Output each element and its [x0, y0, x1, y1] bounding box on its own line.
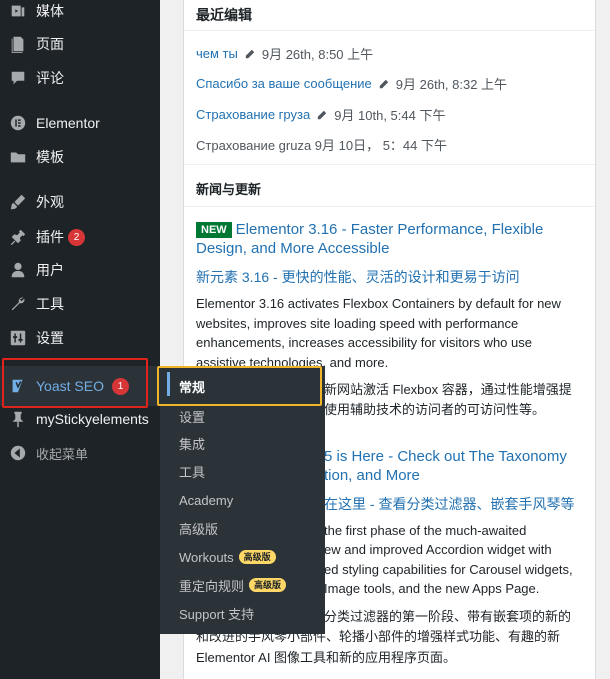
news-section-title: 新闻与更新 [196, 182, 262, 197]
sidebar-item-label: 评论 [36, 70, 64, 86]
yoast-submenu: 常规 设置 集成 工具 Academy 高级版 Workouts 高级版 重定向… [160, 366, 325, 634]
sidebar-item-settings[interactable]: 设置 [0, 321, 160, 355]
settings-icon [0, 329, 36, 347]
submenu-item-academy[interactable]: Academy [160, 486, 325, 514]
user-icon [0, 261, 36, 279]
section-divider [184, 30, 595, 31]
section-divider [184, 206, 595, 207]
recent-item-date: 9月 10th, 5:44 下午 [334, 108, 446, 123]
submenu-item-premium[interactable]: 高级版 [160, 514, 325, 542]
recent-item: Страхование груза 9月 10th, 5:44 下午 [196, 105, 445, 124]
sidebar-item-label: 外观 [36, 194, 64, 210]
plugin-icon [0, 228, 36, 246]
sidebar-item-label: 用户 [36, 262, 64, 278]
sidebar-item-label: 页面 [36, 36, 64, 52]
news-item-excerpt: Elementor 3.16 activates Flexbox Contain… [196, 296, 561, 370]
sidebar-item-label: 插件 [36, 229, 64, 245]
recent-item-link[interactable]: Страхование груза [196, 107, 310, 122]
new-badge: NEW [196, 222, 232, 238]
sidebar-item-label: myStickyelements [36, 411, 149, 427]
sidebar-item-plugins[interactable]: 插件 2 [0, 220, 160, 254]
page-icon [0, 35, 36, 53]
news-item-excerpt-zh-line: 使用辅助技术的访问者的可访问性等。 [324, 402, 546, 417]
recent-item: чем ты 9月 26th, 8:50 上午 [196, 44, 373, 63]
news-item-excerpt-line: ed styling capabilities for Carousel wid… [324, 562, 573, 577]
news-item-excerpt-line: ew and improved Accordion widget with [324, 542, 552, 557]
wrench-icon [0, 295, 36, 313]
pin-icon [0, 410, 36, 428]
submenu-item-settings[interactable]: 设置 [160, 402, 325, 430]
recent-item-link[interactable]: чем ты [196, 46, 238, 61]
admin-sidebar: 媒体 页面 评论 Elementor 模板 外观 插件 2 用户 工具 设置 Y… [0, 0, 160, 679]
pencil-icon [244, 48, 256, 60]
section-divider [184, 164, 595, 165]
collapse-menu-button[interactable]: 收起菜单 [0, 436, 160, 470]
recent-item-date: 9月 26th, 8:32 上午 [395, 77, 508, 92]
sidebar-item-label: 媒体 [36, 3, 64, 19]
news-item-subtitle-link[interactable]: 新元素 3.16 - 更快的性能、灵活的设计和更易于访问 [196, 267, 581, 287]
sidebar-item-label: 模板 [36, 149, 64, 165]
premium-tag: 高级版 [249, 578, 287, 592]
media-icon [0, 2, 36, 20]
recent-item-link[interactable]: Спасибо за ваше сообщение [196, 76, 372, 91]
sidebar-item-pages[interactable]: 页面 [0, 27, 160, 61]
elementor-icon [0, 114, 36, 132]
submenu-item-workouts[interactable]: Workouts 高级版 [160, 543, 325, 571]
collapse-icon [0, 444, 36, 462]
submenu-highlight-box [157, 366, 322, 406]
submenu-item-label: 重定向规则 [179, 578, 245, 594]
recently-edited-title: 最近编辑 [196, 7, 252, 23]
submenu-item-label: Workouts [179, 549, 234, 565]
recent-item-text: Страхование gruza 9月 10日， 5：44 下午 [196, 138, 448, 153]
news-item-title-link[interactable]: NEW Elementor 3.16 - Faster Performance, … [196, 220, 581, 258]
pencil-icon [378, 78, 390, 90]
sidebar-item-label: 收起菜单 [36, 446, 89, 462]
news-item-title-text: Elementor 3.16 - Faster Performance, Fle… [196, 221, 544, 257]
premium-tag: 高级版 [238, 550, 276, 564]
news-item-excerpt-line: Image tools, and the new Apps Page. [324, 581, 540, 596]
news-item-excerpt-line: the first phase of the much-awaited [324, 523, 527, 538]
submenu-item-redirects[interactable]: 重定向规则 高级版 [160, 571, 325, 599]
sidebar-item-label: 设置 [36, 330, 64, 346]
news-item-subtitle-link[interactable]: 在这里 - 查看分类过滤器、嵌套手风琴等 [324, 494, 584, 514]
recent-item: Страхование gruza 9月 10日， 5：44 下午 [196, 135, 447, 154]
news-item-excerpt-zh-line: 分类过滤器的第一阶段、带有嵌套项的新的 [324, 609, 572, 624]
yoast-highlight-box [2, 358, 148, 408]
news-item-excerpt-zh-line: 新网站激活 Flexbox 容器，通过性能增强提 [324, 382, 572, 397]
news-item-title-link[interactable]: tion, and More [324, 466, 584, 485]
submenu-item-support[interactable]: Support 支持 [160, 599, 325, 627]
recent-item-date: 9月 26th, 8:50 上午 [261, 47, 374, 62]
folder-icon [0, 148, 36, 166]
sidebar-item-tools[interactable]: 工具 [0, 287, 160, 321]
sidebar-item-label: 工具 [36, 296, 64, 312]
brush-icon [0, 193, 36, 211]
update-count-badge: 2 [68, 228, 85, 246]
sidebar-item-label: Elementor [36, 115, 100, 131]
recent-item: Спасибо за ваше сообщение 9月 26th, 8:32 … [196, 74, 507, 93]
news-item-excerpt-zh-line: Elementor AI 图像工具和新的应用程序页面。 [196, 650, 457, 665]
submenu-item-tools[interactable]: 工具 [160, 457, 325, 485]
pencil-icon [316, 109, 328, 121]
news-item-title-link[interactable]: 5 is Here - Check out The Taxonomy [324, 447, 584, 466]
sidebar-item-elementor[interactable]: Elementor [0, 106, 160, 140]
sidebar-item-templates[interactable]: 模板 [0, 140, 160, 174]
sidebar-item-media[interactable]: 媒体 [0, 0, 160, 28]
sidebar-item-comments[interactable]: 评论 [0, 61, 160, 95]
submenu-item-integrations[interactable]: 集成 [160, 429, 325, 457]
comment-icon [0, 69, 36, 87]
sidebar-item-users[interactable]: 用户 [0, 253, 160, 287]
sidebar-item-appearance[interactable]: 外观 [0, 185, 160, 219]
